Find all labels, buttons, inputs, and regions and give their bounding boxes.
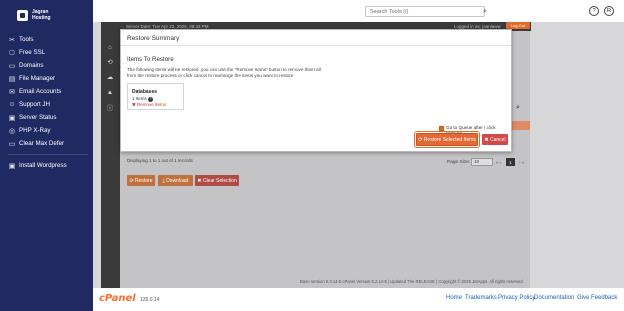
footer-link-privacy-policy[interactable]: Privacy Policy	[498, 295, 535, 301]
records-count: Displaying 1 to 1 out of 1 records	[127, 158, 193, 163]
sidebar-item-file-manager[interactable]: ▤ File Manager	[8, 73, 92, 84]
databases-card: Databases 1 Items ? ✖ Remove Items	[127, 83, 184, 110]
modal-title: Restore Summary	[127, 35, 180, 42]
info-icon[interactable]: ⓘ	[104, 102, 116, 112]
plugin-footer-text: Base Version 5.2.14-5 cPanel Version 5.2…	[300, 279, 524, 284]
warning-icon[interactable]: ▲	[104, 87, 116, 97]
sidebar-item-label: Clear Max Defer	[19, 140, 65, 147]
sidebar-divider	[8, 154, 88, 155]
sidebar-item-free-ssl[interactable]: ▢ Free SSL	[8, 47, 92, 58]
search-input[interactable]: Search Tools (/)	[365, 6, 485, 17]
cpanel-logo[interactable]: cPanel	[99, 293, 136, 304]
modal-header: Restore Summary	[121, 30, 511, 46]
sidebar-item-email-accounts[interactable]: ✉ Email Accounts	[8, 86, 92, 97]
sidebar-item-tools[interactable]: ✂ Tools	[8, 34, 92, 45]
footer-link-documentation[interactable]: Documentation	[534, 295, 574, 301]
table-header-accent	[512, 121, 530, 130]
page-size-select[interactable]: 10	[471, 158, 493, 166]
restore-icon[interactable]: ⟲	[104, 57, 116, 67]
cloud-icon[interactable]: ☁	[104, 72, 116, 82]
restore-summary-modal: Restore Summary Items To Restore The fol…	[120, 29, 512, 152]
cancel-button[interactable]: ✖ Cancel	[482, 134, 508, 145]
databases-count-text: 1 Items	[132, 96, 147, 101]
sidebar-item-domains[interactable]: ▭ Domains	[8, 60, 92, 71]
sidebar: Jagran Hosting ✂ Tools ▢ Free SSL ▭ Domains…	[0, 0, 93, 311]
php-x-ray-icon: ◎	[8, 127, 16, 135]
sidebar-item-label: File Manager	[19, 75, 56, 82]
support-icon: ☺	[8, 101, 16, 108]
sidebar-item-label: Install Wordpress	[19, 162, 67, 169]
footer-link-give-feedback[interactable]: Give Feedback	[577, 295, 617, 301]
remove-items-label: Remove Items	[137, 102, 167, 107]
brand-line-2: Hosting	[32, 14, 51, 21]
sidebar-item-install-wordpress[interactable]: ▣ Install Wordpress	[8, 160, 92, 171]
clear-selection-button[interactable]: ✖ Clear Selection	[195, 175, 239, 186]
clear-max-defer-icon: ▭	[8, 140, 16, 148]
download-button[interactable]: ⤓ Download	[158, 175, 193, 186]
user-menu-button[interactable]: R	[604, 6, 614, 16]
sidebar-item-label: Support JH	[19, 101, 50, 108]
sidebar-item-label: Server Status	[19, 114, 57, 121]
file-manager-icon: ▤	[8, 75, 16, 83]
remove-icon: ✖	[132, 102, 136, 107]
top-header	[93, 0, 624, 22]
home-icon[interactable]: ⌂	[104, 42, 116, 52]
sidebar-item-label: Domains	[19, 62, 44, 69]
pager-next[interactable]: › »	[519, 160, 524, 165]
search-icon[interactable]: ⌕	[480, 6, 490, 17]
help-button[interactable]: ?	[589, 6, 599, 16]
table-search-icon[interactable]: ⌕	[516, 104, 520, 112]
plugin-nav-strip	[101, 31, 120, 288]
lock-icon: ▢	[9, 50, 15, 56]
sidebar-item-support-jh[interactable]: ☺ Support JH	[8, 99, 92, 110]
server-status-icon: ▣	[8, 114, 16, 122]
email-icon: ✉	[9, 88, 15, 96]
pager-prev[interactable]: « ‹	[496, 160, 501, 165]
footer-link-home[interactable]: Home	[446, 295, 462, 301]
sidebar-item-server-status[interactable]: ▣ Server Status	[8, 112, 92, 123]
restore-selected-items-button[interactable]: ⟳ Restore Selected Items	[414, 131, 480, 148]
wordpress-icon: ▣	[8, 162, 16, 170]
items-to-restore-heading: Items To Restore	[127, 56, 174, 63]
sidebar-item-label: Free SSL	[19, 49, 46, 56]
page-size-label: Page Size:	[447, 160, 471, 165]
sidebar-item-label: Email Accounts	[19, 88, 62, 95]
sidebar-item-label: PHP X-Ray	[19, 127, 51, 134]
databases-title: Databases	[132, 89, 158, 95]
tools-icon: ✂	[9, 36, 15, 44]
restore-button[interactable]: ⟳ Restore	[127, 175, 155, 186]
sidebar-item-php-x-ray[interactable]: ◎ PHP X-Ray	[8, 125, 92, 136]
domains-icon: ▭	[8, 62, 16, 70]
brand-logo-icon	[17, 10, 28, 21]
restore-description: The following items will be restored .yo…	[127, 67, 321, 78]
sidebar-item-label: Tools	[19, 36, 34, 43]
pager-current-page[interactable]: 1	[506, 158, 515, 166]
logout-button[interactable]: Log Out	[506, 22, 530, 29]
queue-checkbox[interactable]	[439, 126, 444, 131]
brand-name: Jagran Hosting	[32, 9, 51, 21]
cpanel-version: 126.0.14	[140, 297, 160, 303]
remove-items-link[interactable]: ✖ Remove Items	[132, 102, 166, 108]
footer-link-trademarks[interactable]: Trademarks	[465, 295, 497, 301]
sidebar-item-clear-max-defer[interactable]: ▭ Clear Max Defer	[8, 138, 92, 149]
brand-logo-link[interactable]: Jagran Hosting	[17, 9, 51, 21]
